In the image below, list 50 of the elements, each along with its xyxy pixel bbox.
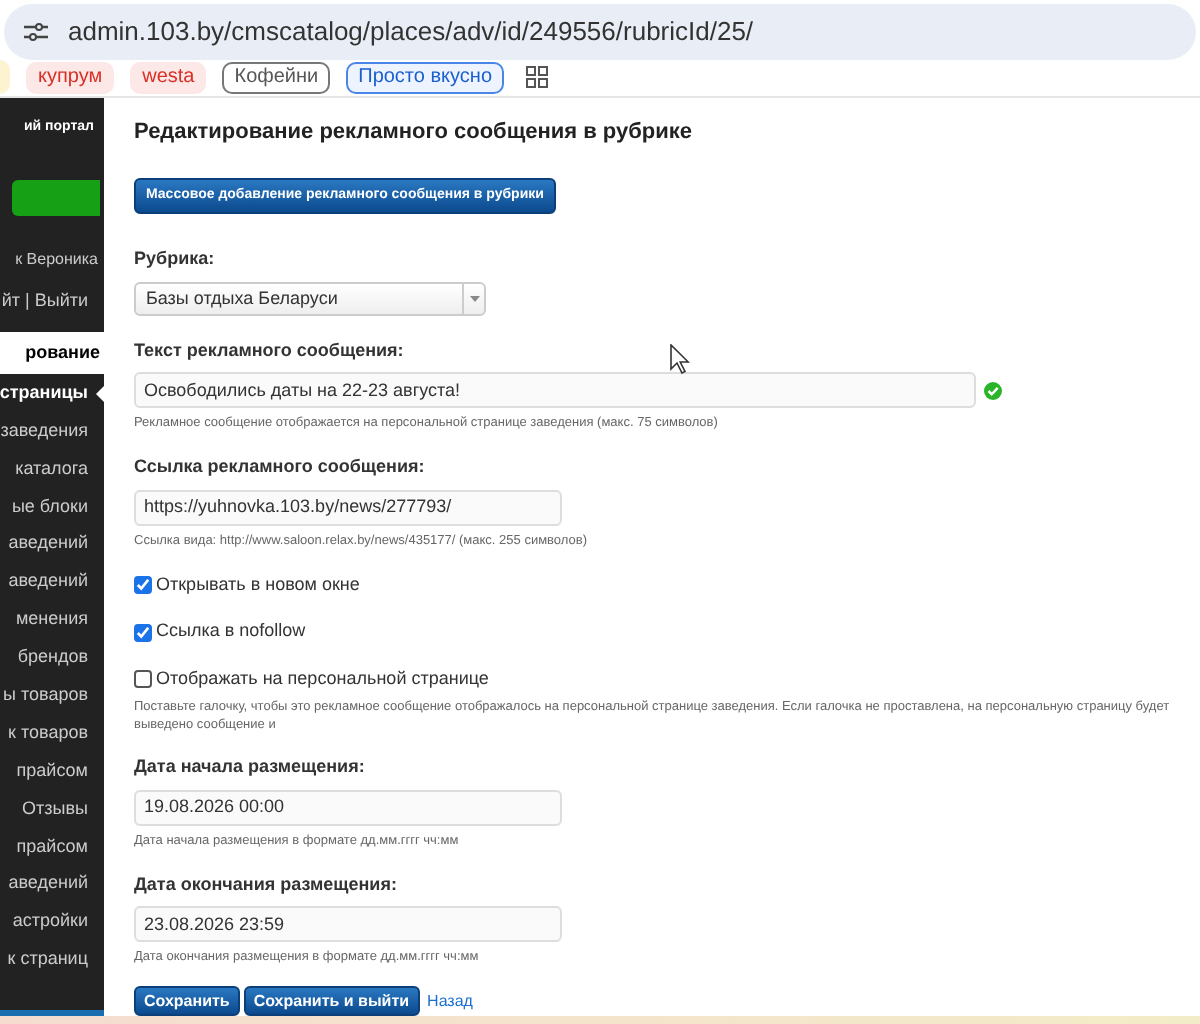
sidebar-item[interactable]: Отзывы <box>0 790 104 828</box>
sidebar-item[interactable]: страницы <box>0 374 104 413</box>
input-field[interactable]: 23.08.2026 23:59 <box>134 906 562 943</box>
mouse-pointer-icon <box>670 344 690 374</box>
sidebar-item[interactable]: к товаров <box>0 714 104 753</box>
field-label: Рубрика: <box>134 246 215 273</box>
settings-icon[interactable] <box>24 22 48 42</box>
sidebar-item[interactable]: аведений <box>0 563 104 602</box>
address-bar[interactable]: admin.103.by/cmscatalog/places/adv/id/249556/rubricId/25/ <box>4 4 1196 60</box>
field-label: Ссылка рекламного сообщения: <box>134 454 425 481</box>
sidebar-item[interactable]: заведения <box>0 412 104 450</box>
url-text: admin.103.by/cmscatalog/places/adv/id/249556/rubricId/25/ <box>68 14 754 51</box>
apps-grid-icon[interactable] <box>526 66 549 89</box>
sidebar-item[interactable]: аведений <box>0 865 104 904</box>
checkbox-label: Открывать в новом окне <box>156 571 360 598</box>
sidebar-item[interactable]: к страниц <box>0 941 104 979</box>
action-button[interactable] <box>12 180 100 217</box>
bookmark-chip[interactable]: Кофейни <box>222 61 331 94</box>
caret-icon <box>469 295 479 302</box>
input-field[interactable]: 19.08.2026 00:00 <box>134 789 562 826</box>
sidebar-item[interactable]: астройки <box>0 903 104 942</box>
sidebar-item[interactable]: каталога <box>0 449 104 488</box>
checkbox-label: Ссылка в nofollow <box>156 618 306 645</box>
sidebar-section: рование <box>0 331 104 375</box>
checkbox[interactable] <box>134 576 152 595</box>
input-field[interactable]: Освободились даты на 22-23 августа! <box>134 372 976 409</box>
sidebar-item[interactable]: брендов <box>0 638 104 677</box>
page-title: Редактирование рекламного сообщения в рубрике <box>134 117 695 148</box>
sidebar-item[interactable]: ы товаров <box>0 676 104 715</box>
bookmark-chip[interactable]: Просто вкусно <box>346 61 505 94</box>
sidebar-item[interactable]: менения <box>0 601 104 639</box>
field-label: Дата окончания размещения: <box>134 871 397 898</box>
input-field[interactable]: https://yuhnovka.103.by/news/277793/ <box>134 489 562 526</box>
save-button[interactable]: Сохранить <box>134 986 240 1017</box>
sidebar-item[interactable]: аведений <box>0 525 104 564</box>
user-name: к Вероника <box>15 248 98 273</box>
account-links[interactable]: йт | Выйти <box>1 288 88 316</box>
rubric-select[interactable]: Базы отдыха Беларуси <box>134 281 486 316</box>
field-label: Текст рекламного сообщения: <box>134 337 404 364</box>
save-button[interactable]: Сохранить и выйти <box>243 986 420 1017</box>
back-link[interactable]: Назад <box>427 989 473 1014</box>
bookmark-chip[interactable]: westa <box>130 61 207 94</box>
sidebar-item[interactable]: прайсом <box>0 827 104 866</box>
bookmark-chip[interactable]: купрум <box>26 61 115 94</box>
field-label: Дата начала размещения: <box>134 754 365 781</box>
checkbox-label: Отображать на персональной странице <box>156 665 489 692</box>
sidebar-item[interactable]: ые блоки <box>0 487 104 526</box>
checkbox[interactable] <box>134 670 152 689</box>
sidebar-item[interactable]: прайсом <box>0 752 104 790</box>
checkbox[interactable] <box>134 623 152 642</box>
